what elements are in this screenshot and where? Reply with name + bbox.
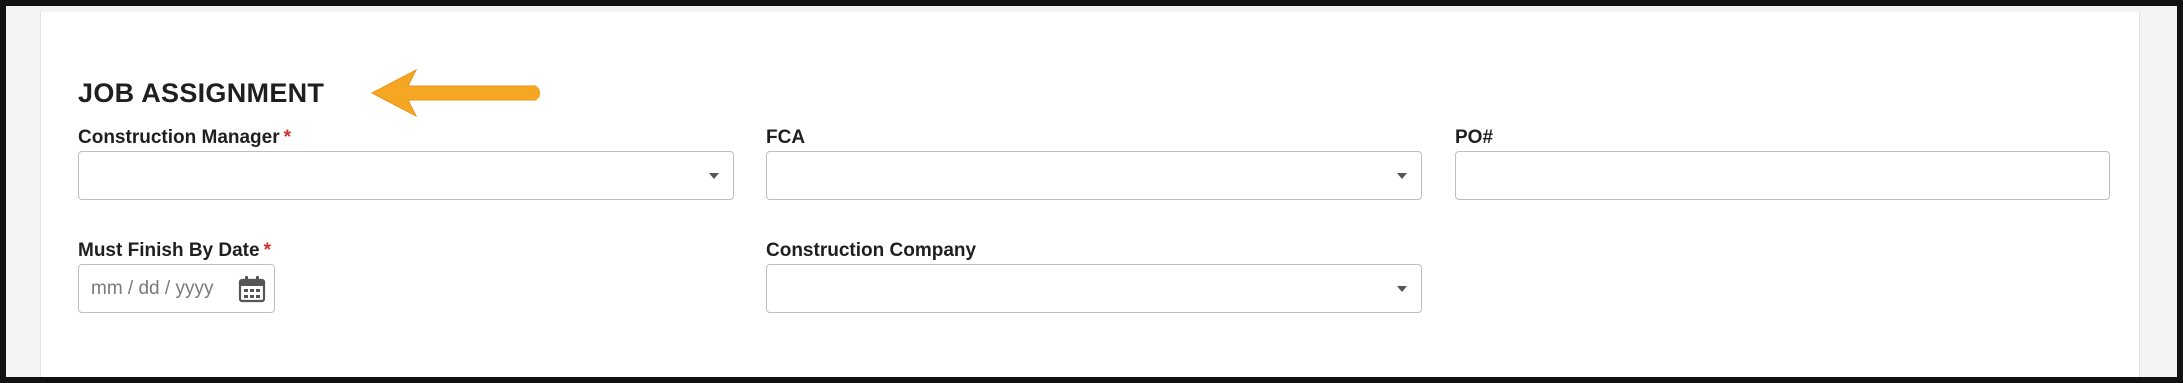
must-finish-by-date-label-text: Must Finish By Date: [78, 240, 260, 261]
required-mark: *: [263, 240, 271, 261]
must-finish-by-date-label: Must Finish By Date *: [78, 240, 271, 262]
chevron-down-icon: [709, 173, 719, 179]
construction-manager-label-text: Construction Manager: [78, 127, 280, 148]
construction-company-label: Construction Company: [766, 240, 977, 261]
po-input[interactable]: [1455, 151, 2110, 200]
fca-label: FCA: [766, 127, 806, 148]
arrow-left-icon: [370, 68, 540, 118]
screenshot-frame: JOB ASSIGNMENT Construction Manager * FCA…: [0, 0, 2183, 383]
construction-company-select[interactable]: [766, 264, 1422, 313]
chevron-down-icon: [1397, 173, 1407, 179]
fca-select[interactable]: [766, 151, 1422, 200]
required-mark: *: [283, 127, 292, 148]
must-finish-by-date-input[interactable]: mm / dd / yyyy: [78, 264, 275, 313]
section-title: JOB ASSIGNMENT: [78, 78, 325, 108]
chevron-down-icon: [1397, 286, 1407, 292]
po-label: PO#: [1455, 127, 1494, 148]
date-placeholder: mm / dd / yyyy: [91, 278, 214, 299]
construction-manager-select[interactable]: [78, 151, 734, 200]
construction-manager-label: Construction Manager *: [78, 127, 291, 149]
calendar-icon[interactable]: [238, 275, 266, 303]
